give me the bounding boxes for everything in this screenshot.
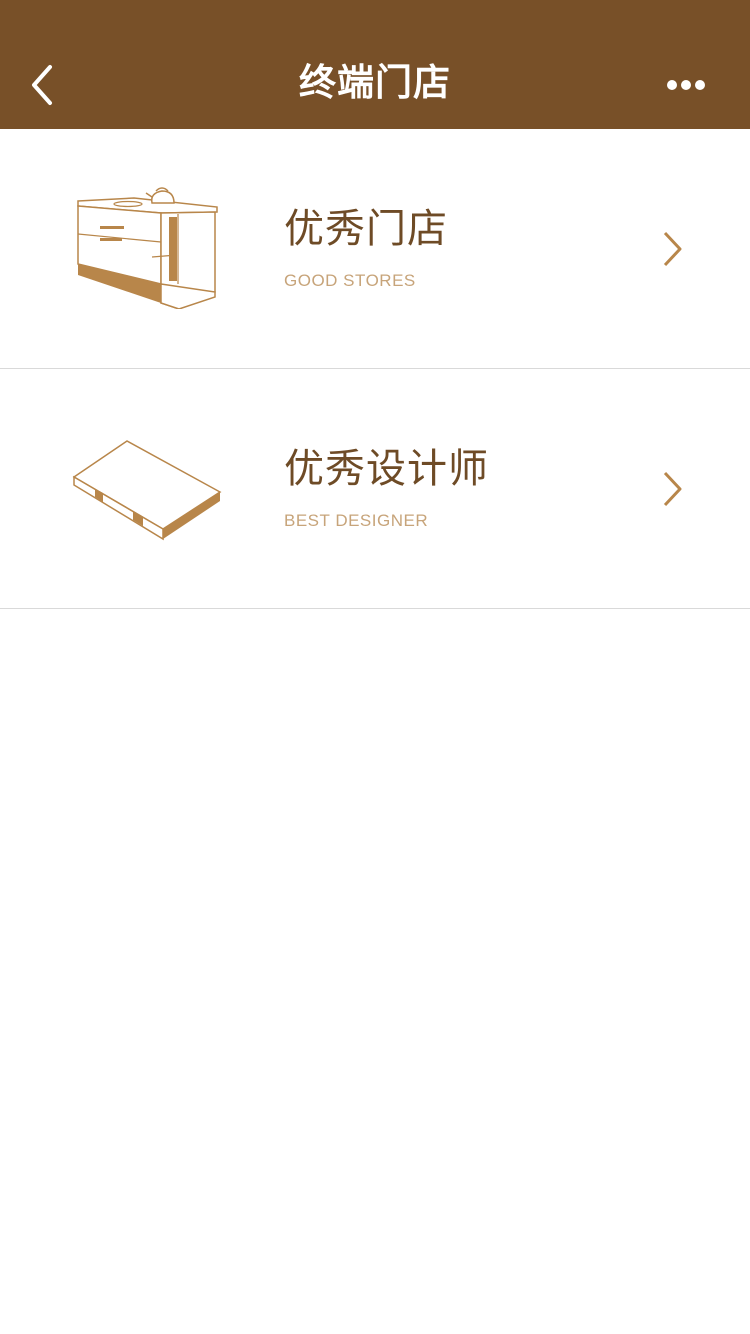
board-panel-icon: [72, 440, 222, 541]
item-title: 优秀门店: [284, 206, 448, 252]
chevron-right-icon: [663, 231, 682, 267]
chevron-right-icon: [663, 471, 682, 507]
kitchen-cabinet-icon: [77, 187, 218, 309]
page-title: 终端门店: [299, 61, 451, 104]
list-item-good-stores[interactable]: 优秀门店 GOOD STORES: [0, 129, 750, 369]
menu-list: 优秀门店 GOOD STORES 优秀设计师 BEST DESIGNER: [0, 129, 750, 609]
list-item-best-designer[interactable]: 优秀设计师 BEST DESIGNER: [0, 369, 750, 609]
item-subtitle: BEST DESIGNER: [284, 511, 429, 530]
item-subtitle: GOOD STORES: [284, 271, 416, 290]
navigation-bar: 终端门店: [0, 0, 750, 129]
more-dots-icon: [667, 80, 705, 90]
more-button[interactable]: [660, 70, 712, 100]
item-title: 优秀设计师: [284, 446, 489, 492]
